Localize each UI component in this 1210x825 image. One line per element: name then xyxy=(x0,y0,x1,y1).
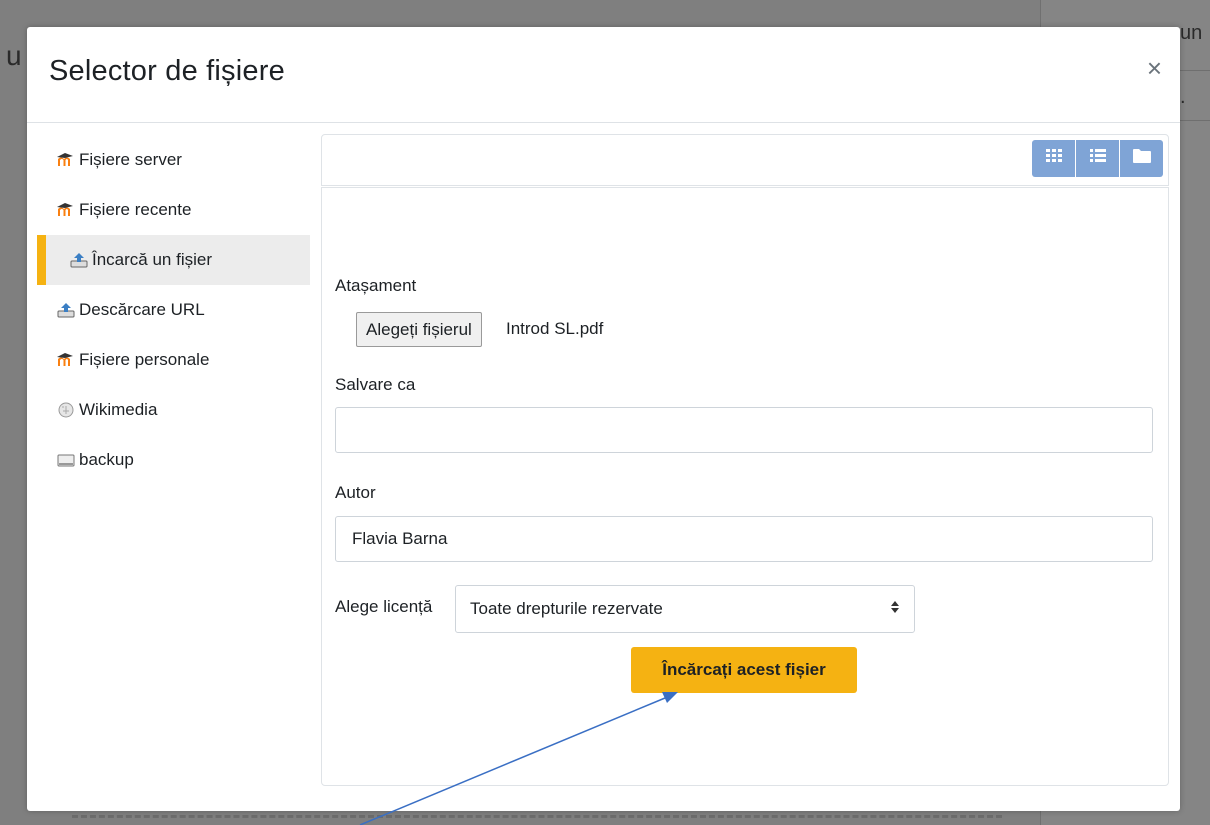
modal-title: Selector de fișiere xyxy=(49,55,285,87)
background-dropzone-border xyxy=(72,815,1002,818)
modal-header: Selector de fișiere × xyxy=(27,27,1180,123)
sidebar-item-server-files[interactable]: Fișiere server xyxy=(37,135,310,185)
upload-file-button[interactable]: Încărcați acest fișier xyxy=(631,647,857,693)
sidebar-item-wikimedia[interactable]: Wikimedia xyxy=(37,385,310,435)
list-view-icon xyxy=(1089,149,1106,168)
file-picker-modal: Selector de fișiere × Fișiere server Fiș… xyxy=(27,27,1180,811)
moodle-icon xyxy=(57,202,75,218)
sidebar-item-label: Descărcare URL xyxy=(79,300,205,319)
upload-icon xyxy=(57,302,75,318)
list-view-button[interactable] xyxy=(1076,140,1119,177)
select-arrows-icon xyxy=(890,599,900,619)
view-toolbar xyxy=(321,134,1169,186)
license-label: Alege licență xyxy=(335,597,433,616)
wikimedia-icon xyxy=(57,402,75,418)
license-select[interactable]: Toate drepturile rezervate xyxy=(455,585,915,633)
upload-icon xyxy=(70,252,88,268)
author-label: Autor xyxy=(335,483,376,502)
drive-icon xyxy=(57,452,75,468)
sidebar-item-upload-file[interactable]: Încarcă un fișier xyxy=(37,235,310,285)
author-input[interactable]: Flavia Barna xyxy=(335,516,1153,562)
chosen-file-name: Introd SL.pdf xyxy=(506,319,604,338)
save-as-label: Salvare ca xyxy=(335,375,416,394)
sidebar-item-label: Încarcă un fișier xyxy=(92,250,212,269)
sidebar-item-private-files[interactable]: Fișiere personale xyxy=(37,335,310,385)
sidebar-item-label: Fișiere server xyxy=(79,150,182,169)
moodle-icon xyxy=(57,152,75,168)
choose-file-button[interactable]: Alegeți fișierul xyxy=(356,312,482,347)
sidebar-item-label: Wikimedia xyxy=(79,400,158,419)
folder-view-icon xyxy=(1132,149,1151,168)
background-text-fragment: un xyxy=(1180,22,1203,44)
folder-view-button[interactable] xyxy=(1120,140,1163,177)
upload-form: Atașament Alegeți fișierul Introd SL.pdf… xyxy=(321,187,1169,786)
sidebar-item-label: Fișiere personale xyxy=(79,350,210,369)
close-button[interactable]: × xyxy=(1147,55,1162,81)
sidebar-item-recent-files[interactable]: Fișiere recente xyxy=(37,185,310,235)
background-text-fragment: . xyxy=(1180,86,1186,108)
sidebar-item-label: backup xyxy=(79,450,134,469)
attachment-label: Atașament xyxy=(335,276,417,295)
grid-view-icon xyxy=(1045,149,1062,168)
sidebar-item-label: Fișiere recente xyxy=(79,200,192,219)
moodle-icon xyxy=(57,352,75,368)
background-text-fragment: u xyxy=(6,40,22,71)
save-as-input[interactable] xyxy=(335,407,1153,453)
repository-sidebar: Fișiere server Fișiere recente Încarcă u… xyxy=(37,135,310,485)
view-switcher xyxy=(1031,140,1163,177)
grid-view-button[interactable] xyxy=(1032,140,1075,177)
license-selected-value: Toate drepturile rezervate xyxy=(470,599,663,618)
sidebar-item-backup[interactable]: backup xyxy=(37,435,310,485)
sidebar-item-url-download[interactable]: Descărcare URL xyxy=(37,285,310,335)
